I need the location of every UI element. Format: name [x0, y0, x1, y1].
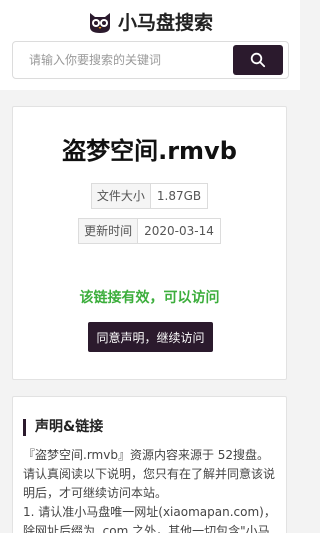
declaration-source: 『盗梦空间.rmvb』资源内容来源于 52搜盘。 — [23, 448, 270, 462]
agree-continue-button[interactable]: 同意声明，继续访问 — [88, 322, 213, 352]
search-bar — [12, 41, 289, 79]
file-title: 盗梦空间.rmvb — [62, 137, 237, 165]
update-time-row: 更新时间 2020-03-14 — [13, 218, 286, 244]
link-status-message: 该链接有效，可以访问 — [79, 290, 220, 306]
declaration-notice: 请认真阅读以下说明，您只有在了解并同意该说明后，才可继续访问本站。 — [23, 467, 276, 500]
brand-name: 小马盘搜索 — [117, 12, 213, 34]
brand[interactable]: 小马盘搜索 — [0, 8, 300, 35]
declaration-body: 『盗梦空间.rmvb』资源内容来源于 52搜盘。 请认真阅读以下说明，您只有在了… — [23, 446, 283, 533]
file-size-value: 1.87GB — [150, 183, 209, 209]
update-time-label: 更新时间 — [78, 218, 139, 244]
file-info-card: 盗梦空间.rmvb 文件大小 1.87GB 更新时间 2020-03-14 该链… — [12, 106, 287, 380]
search-icon — [250, 52, 266, 68]
update-time-value: 2020-03-14 — [138, 218, 221, 244]
owl-logo-icon — [89, 12, 110, 33]
search-input[interactable] — [13, 42, 233, 78]
file-size-label: 文件大小 — [90, 183, 151, 209]
declaration-title: 声明&链接 — [23, 419, 103, 436]
file-size-row: 文件大小 1.87GB — [13, 183, 286, 209]
header: 小马盘搜索 — [0, 0, 300, 90]
search-button[interactable] — [233, 45, 283, 75]
declaration-item-1: 1. 请认准小马盘唯一网址(xiaomapan.com)，除网址后缀为 .com… — [23, 505, 276, 533]
declaration-card: 声明&链接 『盗梦空间.rmvb』资源内容来源于 52搜盘。 请认真阅读以下说明… — [12, 396, 287, 533]
